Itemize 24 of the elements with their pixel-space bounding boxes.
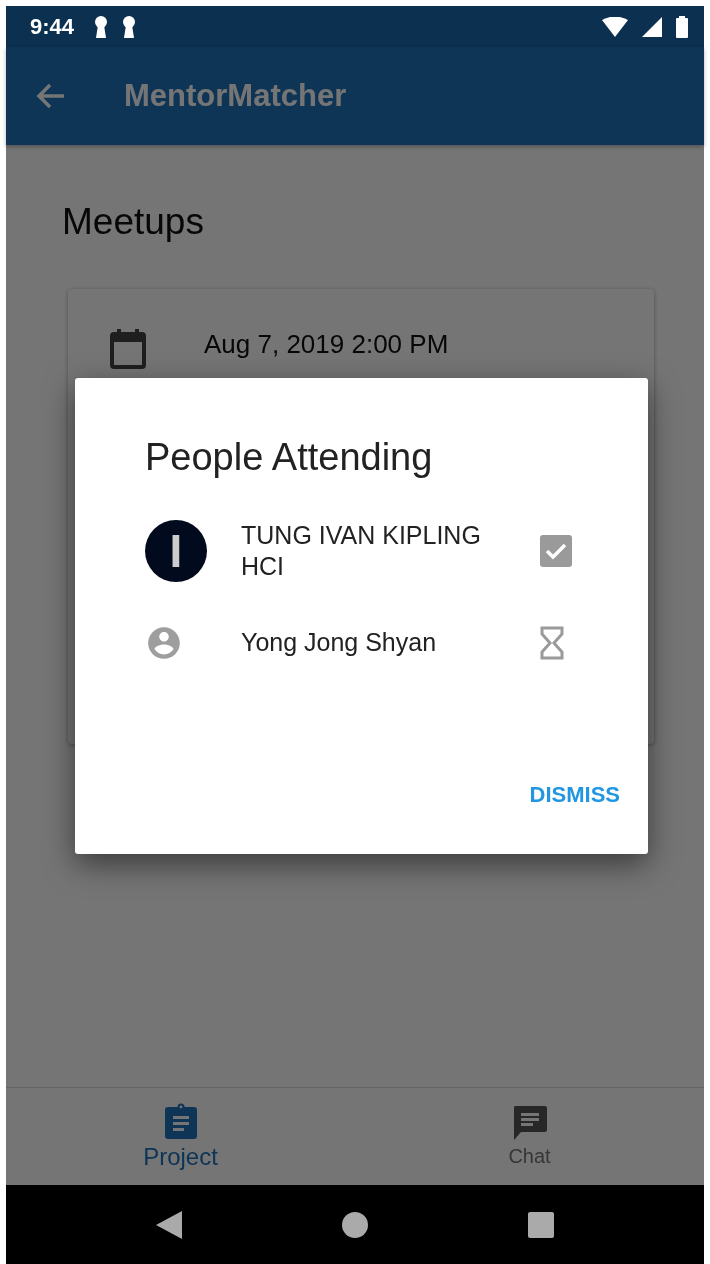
- keyhole-icon: [94, 15, 109, 38]
- attendee-name: TUNG IVAN KIPLING HCI: [241, 519, 482, 582]
- status-time: 9:44: [30, 13, 75, 40]
- back-triangle-icon[interactable]: [156, 1210, 182, 1239]
- meetup-date: Aug 7, 2019 2:00 PM: [204, 329, 449, 360]
- wifi-icon: [602, 16, 628, 37]
- signal-icon: [642, 16, 662, 37]
- dialog-title: People Attending: [145, 436, 434, 479]
- person-icon: [145, 624, 183, 662]
- home-circle-icon[interactable]: [342, 1211, 368, 1238]
- recents-square-icon[interactable]: [528, 1211, 554, 1238]
- nav-tab[interactable]: Chat: [355, 1088, 704, 1185]
- battery-icon: [676, 15, 688, 38]
- clipboard-icon: [163, 1102, 198, 1139]
- dismiss-button[interactable]: DISMISS: [529, 776, 620, 814]
- avatar-initial: I: [145, 520, 207, 582]
- back-arrow-icon[interactable]: [36, 83, 66, 109]
- page-heading: Meetups: [62, 201, 205, 243]
- calendar-icon: [110, 329, 146, 369]
- keyhole-icon: [122, 15, 137, 38]
- nav-tab[interactable]: Project: [6, 1088, 355, 1185]
- app-title: MentorMatcher: [124, 78, 347, 114]
- attendee-name: Yong Jong Shyan: [241, 627, 438, 659]
- chat-icon: [511, 1105, 548, 1141]
